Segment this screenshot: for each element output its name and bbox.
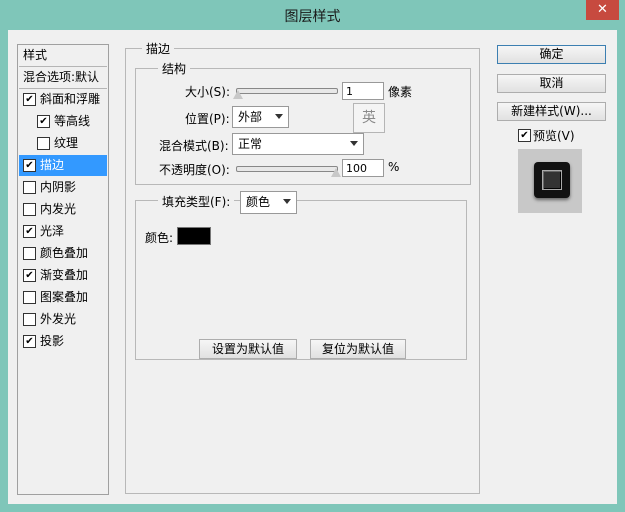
position-select-value: 外部 — [238, 110, 263, 124]
reset-default-button[interactable]: 复位为默认值 — [310, 339, 406, 359]
styles-list-label: 投影 — [40, 334, 65, 348]
styles-list-label: 描边 — [40, 158, 65, 172]
styles-list-item[interactable]: ✔ 投影 — [19, 331, 107, 352]
styles-list-label: 内阴影 — [40, 180, 77, 194]
style-preview — [518, 149, 582, 213]
styles-list-checkbox[interactable] — [23, 247, 36, 260]
fill-group: 填充类型(F): 颜色 颜色: — [135, 191, 467, 360]
fill-type-select-value: 颜色 — [246, 195, 271, 209]
cancel-button[interactable]: 取消 — [497, 74, 606, 93]
ok-button[interactable]: 确定 — [497, 45, 606, 64]
styles-list-checkbox[interactable]: ✔ — [37, 115, 50, 128]
ime-indicator: 英 — [353, 103, 385, 133]
stroke-group-title: 描边 — [142, 40, 175, 57]
title-bar[interactable]: 图层样式 ✕ — [0, 0, 625, 30]
fill-type-select[interactable]: 颜色 — [240, 191, 297, 214]
opacity-unit: % — [388, 160, 400, 174]
styles-list-label: 内发光 — [40, 202, 77, 216]
size-slider-track[interactable] — [236, 88, 338, 94]
styles-list-item[interactable]: 外发光 — [19, 309, 107, 330]
structure-group: 结构 大小(S): 1 像素 位置(P): 外部 英 混合模式(B): 正常 不… — [135, 60, 471, 185]
position-select[interactable]: 外部 — [232, 106, 289, 128]
styles-list-item[interactable]: 内发光 — [19, 199, 107, 220]
styles-list-item[interactable]: 样式 — [19, 45, 107, 67]
position-label: 位置(P): — [185, 112, 230, 126]
styles-list-label: 图案叠加 — [40, 290, 89, 304]
opacity-input[interactable]: 100 — [342, 159, 384, 177]
styles-list-label: 混合选项:默认 — [23, 70, 100, 84]
window-title: 图层样式 — [284, 9, 341, 25]
styles-list-item[interactable]: 颜色叠加 — [19, 243, 107, 264]
size-unit: 像素 — [388, 85, 413, 99]
layer-style-dialog: 图层样式 ✕ 样式混合选项:默认 ✔ 斜面和浮雕 ✔ 等高线纹理 ✔ 描边内阴影内发光 ✔ 光泽… — [0, 0, 625, 512]
styles-list-label: 样式 — [23, 48, 48, 62]
dialog-body: 样式混合选项:默认 ✔ 斜面和浮雕 ✔ 等高线纹理 ✔ 描边内阴影内发光 ✔ 光泽颜色叠加 ✔ 渐变… — [8, 30, 617, 504]
chevron-down-icon — [275, 114, 283, 119]
styles-list-item[interactable]: 纹理 — [19, 133, 107, 154]
chevron-down-icon — [283, 199, 291, 204]
styles-list-item[interactable]: 混合选项:默认 — [19, 67, 107, 89]
styles-list-label: 等高线 — [54, 114, 91, 128]
styles-list-item[interactable]: 内阴影 — [19, 177, 107, 198]
fill-type-label: 填充类型(F): — [158, 193, 235, 210]
styles-list-label: 斜面和浮雕 — [40, 92, 101, 106]
close-icon[interactable]: ✕ — [586, 0, 619, 20]
styles-list-checkbox[interactable] — [23, 203, 36, 216]
color-swatch[interactable] — [177, 227, 211, 245]
styles-list-checkbox[interactable]: ✔ — [23, 93, 36, 106]
blend-mode-label: 混合模式(B): — [159, 139, 229, 153]
styles-list-label: 光泽 — [40, 224, 65, 238]
color-label: 颜色: — [145, 231, 174, 245]
styles-list-item[interactable]: 图案叠加 — [19, 287, 107, 308]
styles-list-label: 渐变叠加 — [40, 268, 89, 282]
styles-list-checkbox[interactable] — [23, 181, 36, 194]
styles-list-checkbox[interactable]: ✔ — [23, 225, 36, 238]
blend-mode-select-value: 正常 — [238, 137, 263, 151]
opacity-label: 不透明度(O): — [159, 163, 230, 177]
new-style-button[interactable]: 新建样式(W)... — [497, 102, 606, 121]
preview-checkbox[interactable]: ✔ — [518, 129, 531, 142]
styles-list-label: 纹理 — [54, 136, 79, 150]
styles-list-checkbox[interactable]: ✔ — [23, 335, 36, 348]
preview-inner-bevel — [542, 170, 562, 190]
styles-list-checkbox[interactable] — [37, 137, 50, 150]
preview-label: 预览(V) — [533, 129, 575, 143]
blend-mode-select[interactable]: 正常 — [232, 133, 364, 155]
opacity-slider-thumb[interactable] — [331, 168, 341, 177]
styles-list-item[interactable]: ✔ 描边 — [19, 155, 107, 176]
styles-list-checkbox[interactable] — [23, 291, 36, 304]
styles-list-item[interactable]: ✔ 等高线 — [19, 111, 107, 132]
styles-list-label: 外发光 — [40, 312, 77, 326]
opacity-slider-track[interactable] — [236, 166, 338, 172]
chevron-down-icon — [350, 141, 358, 146]
styles-list-item[interactable]: ✔ 光泽 — [19, 221, 107, 242]
styles-list-checkbox[interactable]: ✔ — [23, 159, 36, 172]
size-label: 大小(S): — [185, 85, 231, 99]
size-input[interactable]: 1 — [342, 82, 384, 100]
stroke-group: 描边 结构 大小(S): 1 像素 位置(P): 外部 英 混合模式(B): 正… — [125, 40, 480, 494]
size-slider-thumb[interactable] — [233, 90, 243, 99]
styles-list-checkbox[interactable] — [23, 313, 36, 326]
styles-list-label: 颜色叠加 — [40, 246, 89, 260]
structure-group-title: 结构 — [158, 60, 191, 77]
styles-list: 样式混合选项:默认 ✔ 斜面和浮雕 ✔ 等高线纹理 ✔ 描边内阴影内发光 ✔ 光泽颜色叠加 ✔ 渐变… — [17, 44, 109, 495]
preview-thumbnail — [534, 162, 570, 198]
styles-list-item[interactable]: ✔ 渐变叠加 — [19, 265, 107, 286]
set-default-button[interactable]: 设置为默认值 — [199, 339, 297, 359]
styles-list-item[interactable]: ✔ 斜面和浮雕 — [19, 89, 107, 110]
styles-list-checkbox[interactable]: ✔ — [23, 269, 36, 282]
